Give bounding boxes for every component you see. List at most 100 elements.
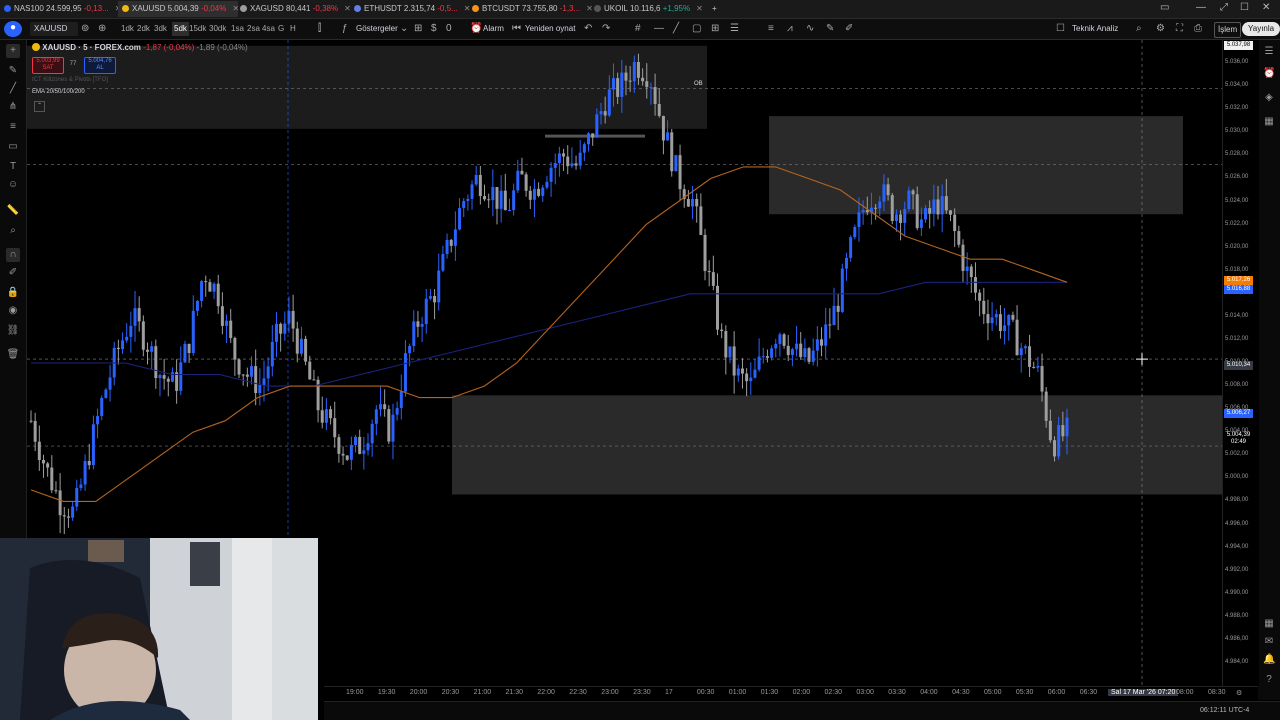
wave-icon[interactable]: ∿ — [806, 22, 814, 36]
alarm-icon[interactable]: ⏰ — [470, 22, 482, 36]
publish-button[interactable]: Yayınla — [1242, 22, 1280, 36]
search-icon[interactable]: ⌕ — [1136, 22, 1142, 36]
pencil-icon[interactable]: ✎ — [6, 64, 20, 78]
tab-symbol: ETHUSDT — [364, 4, 402, 13]
eye-icon[interactable]: ◉ — [6, 304, 20, 318]
buy-button[interactable]: 5.004,76 AL — [84, 57, 116, 74]
sell-button[interactable]: 5.003,99 SAT — [32, 57, 64, 74]
path-icon[interactable]: ⩘ — [787, 22, 793, 36]
pitchfork-icon[interactable]: ⋔ — [6, 100, 20, 114]
collapse-indicators-icon[interactable]: ⌃ — [34, 101, 45, 112]
checkbox-icon[interactable]: ☐ — [1056, 22, 1065, 36]
undo-icon[interactable]: ↶ — [584, 22, 592, 36]
watchlist-icon[interactable]: ☰ — [1263, 46, 1275, 58]
brush-icon[interactable]: ✎ — [826, 22, 834, 36]
replay-button[interactable]: Yeniden oynat — [525, 22, 575, 36]
maximize-icon[interactable]: ☐ — [1240, 2, 1249, 13]
highlighter-icon[interactable]: ✐ — [845, 22, 853, 36]
timeframe-H[interactable]: H — [290, 22, 296, 36]
tech-analysis-button[interactable]: Teknik Analiz — [1072, 22, 1118, 36]
redo-icon[interactable]: ↷ — [602, 22, 610, 36]
emoji-icon[interactable]: ☺ — [6, 178, 20, 192]
magnet-icon[interactable]: ∩ — [6, 248, 20, 262]
grid-icon[interactable]: # — [635, 22, 641, 36]
indicator-killzones[interactable]: ICT Killzones & Pivots [TFO] — [32, 77, 108, 83]
candle-body — [1057, 425, 1061, 457]
zoom-icon[interactable]: ⌕ — [6, 224, 20, 238]
indicator-ema[interactable]: EMA 20/50/100/200 — [32, 89, 85, 95]
rectangle-icon[interactable]: ▭ — [6, 140, 20, 154]
fib-icon[interactable]: ☰ — [730, 22, 739, 36]
close-tab-icon[interactable]: ✕ — [696, 4, 703, 13]
timeframe-2sa[interactable]: 2sa — [247, 22, 260, 36]
trendline-icon[interactable]: ╱ — [6, 82, 20, 96]
tab-xauusd[interactable]: XAUUSD 5.004,39 -0,04% ✕ — [118, 1, 239, 17]
timeframe-4sa[interactable]: 4sa — [262, 22, 275, 36]
tab-btcusdt[interactable]: BTCUSDT 73.755,80 -1,3... ✕ — [468, 1, 593, 17]
zero-icon[interactable]: 0 — [446, 22, 452, 36]
layout-grid-icon[interactable]: ⊞ — [711, 22, 719, 36]
text-icon[interactable]: T — [6, 160, 20, 174]
candle-body — [1044, 391, 1048, 421]
add-symbol-icon[interactable]: ⊕ — [98, 22, 106, 36]
timeframe-15dk[interactable]: 15dk — [189, 22, 206, 36]
candle-body — [1065, 417, 1069, 437]
close-icon[interactable]: ✕ — [1262, 2, 1270, 13]
chevron-down-icon[interactable]: ⌄ — [400, 22, 408, 36]
timeframe-1dk[interactable]: 1dk — [121, 22, 134, 36]
chat-icon[interactable]: ✉ — [1263, 636, 1275, 648]
alarm-button[interactable]: Alarm — [483, 22, 504, 36]
timeframe-30dk[interactable]: 30dk — [209, 22, 226, 36]
fib-retracement-icon[interactable]: ≡ — [6, 120, 20, 134]
fullscreen-icon[interactable]: ⤢ — [1220, 2, 1228, 13]
help-icon[interactable]: ? — [1263, 674, 1275, 686]
timeframe-5dk[interactable]: 5dk — [172, 22, 189, 36]
rectangle-icon[interactable]: ▢ — [692, 22, 701, 36]
drawing-mode-icon[interactable]: ✐ — [6, 266, 20, 280]
timeframe-3dk[interactable]: 3dk — [154, 22, 167, 36]
tab-nas100[interactable]: NAS100 24.599,95 -0,13...✕ — [0, 1, 121, 17]
indicators-icon[interactable]: ƒ — [342, 22, 348, 36]
dollar-icon[interactable]: $ — [431, 22, 437, 36]
user-avatar[interactable]: ● — [4, 21, 22, 37]
tab-ukoil[interactable]: UKOIL 10.116,6 +1,95% ✕ — [590, 1, 712, 17]
layout-icon[interactable]: ▭ — [1160, 2, 1169, 13]
notifications-icon[interactable]: 🔔 — [1263, 654, 1275, 666]
price-tick: 5.002,00 — [1225, 451, 1249, 458]
candle-body — [820, 339, 824, 346]
settings-icon[interactable]: ⚙ — [1156, 22, 1165, 36]
lock-icon[interactable]: 🔒 — [6, 286, 20, 300]
timeframe-G[interactable]: G — [278, 22, 284, 36]
calendar-bottom-icon[interactable]: ▦ — [1263, 618, 1275, 630]
timeframe-1sa[interactable]: 1sa — [231, 22, 244, 36]
indicators-button[interactable]: Göstergeler — [356, 22, 398, 36]
camera-icon[interactable]: ⎙ — [1194, 22, 1202, 36]
templates-icon[interactable]: ⊞ — [414, 22, 422, 36]
list-icon[interactable]: ≡ — [768, 22, 774, 36]
alerts-icon[interactable]: ⏰ — [1263, 68, 1275, 80]
replay-icon[interactable]: ⏮ — [512, 22, 521, 36]
timeframe-2dk[interactable]: 2dk — [137, 22, 150, 36]
time-tick: 05:30 — [1015, 689, 1034, 696]
new-tab-icon[interactable]: + — [708, 1, 717, 17]
layers-icon[interactable]: ◈ — [1263, 92, 1275, 104]
tab-xagusd[interactable]: XAGUSD 80,441 -0,38% ✕ — [236, 1, 352, 17]
symbol-search-input[interactable]: XAUUSD — [30, 22, 78, 36]
link-icon[interactable]: ⛓ — [6, 324, 20, 338]
candle-body — [91, 424, 95, 466]
settings-icon[interactable]: ⚙ — [1236, 689, 1242, 697]
trade-button[interactable]: İşlem — [1214, 22, 1242, 38]
compare-icon[interactable]: ⊚ — [81, 22, 89, 36]
crosshair-icon[interactable]: + — [6, 44, 20, 58]
trendline-icon[interactable]: ╱ — [673, 22, 679, 36]
calendar-icon[interactable]: ▦ — [1263, 116, 1275, 128]
price-tick: 4.986,00 — [1225, 635, 1249, 642]
minimize-icon[interactable]: — — [1196, 2, 1206, 13]
tab-ethusdt[interactable]: ETHUSDT 2.315,74 -0,5... ✕ — [350, 1, 470, 17]
chart-type-icon[interactable]: ⫿ — [318, 22, 321, 36]
ruler-icon[interactable]: 📏 — [6, 204, 20, 218]
trash-icon[interactable]: 🗑 — [6, 348, 20, 362]
candle-body — [378, 404, 382, 410]
hline-icon[interactable]: — — [654, 22, 664, 36]
fullscreen-icon[interactable]: ⛶ — [1176, 22, 1183, 36]
